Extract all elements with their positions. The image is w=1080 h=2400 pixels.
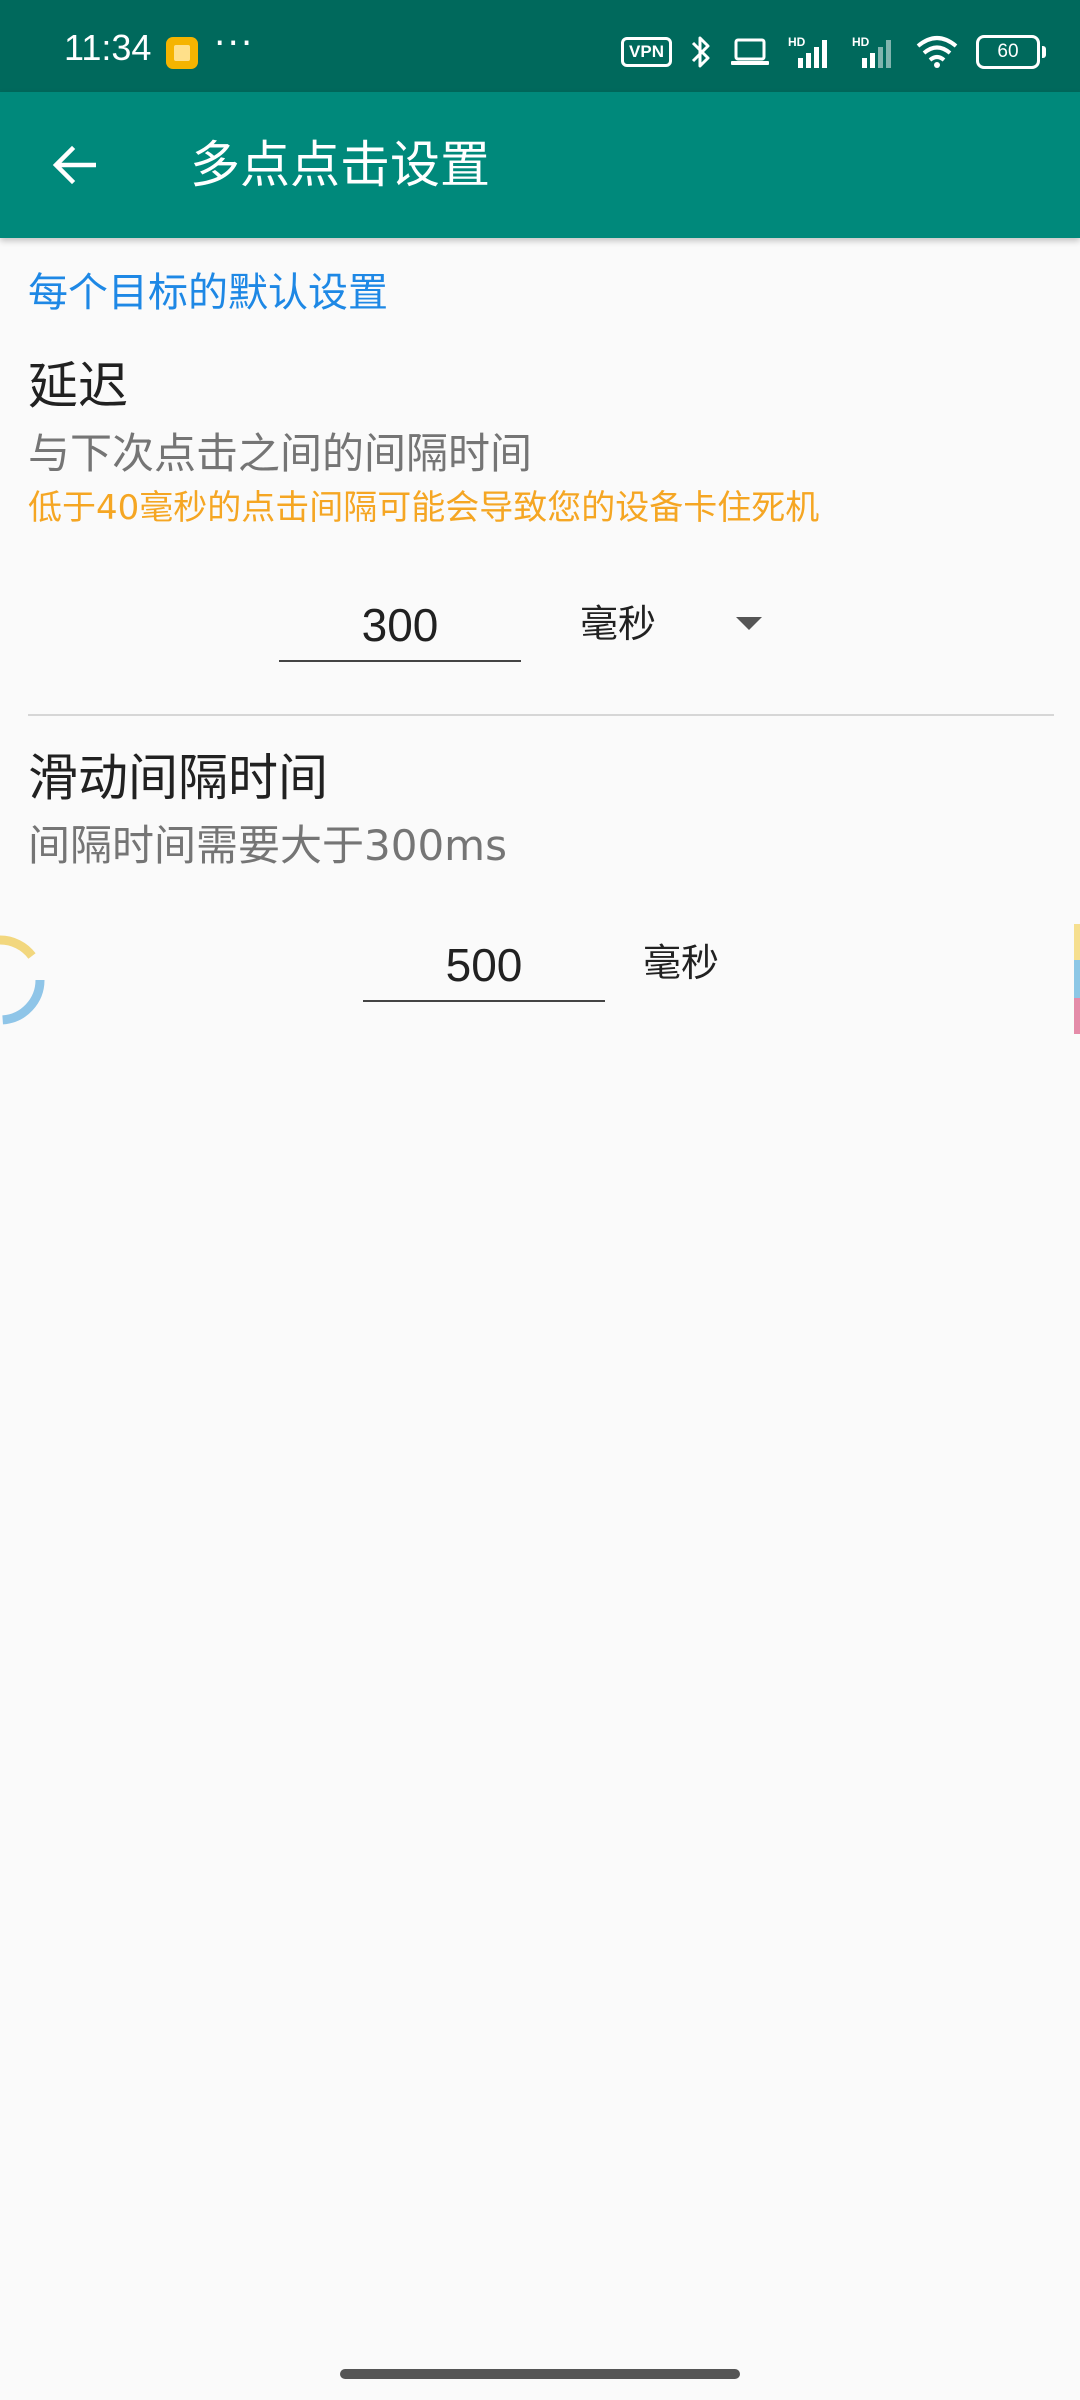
swipe-interval-summary: 间隔时间需要大于300ms <box>28 821 507 870</box>
more-notifications-icon: ··· <box>214 23 255 64</box>
edge-color-strip-blue <box>1074 960 1080 998</box>
section-header: 每个目标的默认设置 <box>28 270 388 316</box>
floating-ball-icon[interactable] <box>0 930 48 1030</box>
status-icons: VPN HD HD 60 <box>621 30 1046 74</box>
swipe-interval-unit: 毫秒 <box>643 941 720 985</box>
delay-title: 延迟 <box>28 357 128 415</box>
edge-color-strip-pink <box>1074 998 1080 1034</box>
arrow-left-icon <box>52 145 96 185</box>
back-button[interactable] <box>30 134 118 196</box>
swipe-interval-input[interactable]: 500 <box>363 930 605 1002</box>
svg-text:HD: HD <box>788 35 806 49</box>
edge-color-strip-yellow <box>1074 924 1080 960</box>
app-bar: 多点点击设置 <box>0 92 1080 238</box>
vpn-icon: VPN <box>621 37 672 67</box>
dropdown-arrow-icon[interactable] <box>736 617 762 630</box>
delay-warning: 低于40毫秒的点击间隔可能会导致您的设备卡住死机 <box>28 488 820 528</box>
delay-unit-dropdown[interactable]: 毫秒 <box>580 597 656 651</box>
status-time: 11:34 <box>64 27 152 68</box>
battery-icon: 60 <box>976 35 1046 69</box>
delay-input[interactable]: 300 <box>279 590 521 662</box>
svg-text:HD: HD <box>852 35 870 49</box>
signal-hd-icon: HD <box>788 34 834 70</box>
gesture-nav-bar[interactable] <box>340 2369 740 2379</box>
laptop-icon <box>730 37 770 67</box>
swipe-interval-title: 滑动间隔时间 <box>28 749 328 807</box>
page-title: 多点点击设置 <box>190 136 490 194</box>
wifi-icon <box>916 35 958 69</box>
notification-app-icon <box>166 37 198 69</box>
status-bar: 11:34 ··· VPN HD HD 60 <box>0 0 1080 92</box>
delay-summary: 与下次点击之间的间隔时间 <box>28 429 533 478</box>
bluetooth-icon <box>690 34 712 70</box>
divider <box>28 714 1054 716</box>
signal-hd-icon: HD <box>852 34 898 70</box>
